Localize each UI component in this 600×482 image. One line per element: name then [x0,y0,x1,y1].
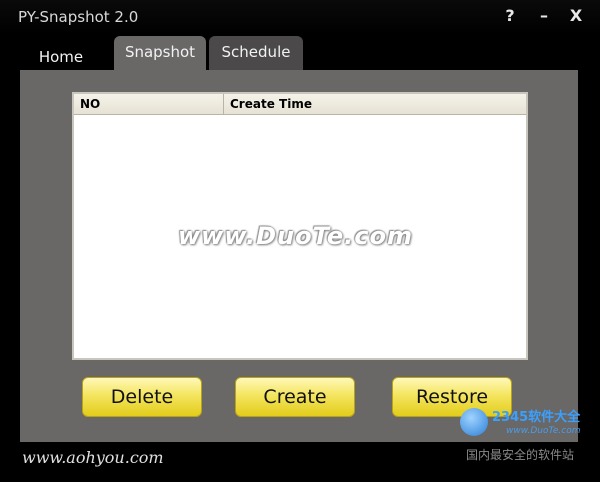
close-icon[interactable]: X [566,6,586,25]
app-window: PY-Snapshot 2.0 ? – X Home Snapshot Sche… [0,0,600,482]
duote-mascot-icon [460,408,488,436]
footer-url[interactable]: www.aohyou.com [22,448,164,467]
title-bar[interactable]: PY-Snapshot 2.0 ? – X [0,0,600,34]
logo-brand: 2345软件大全 [492,410,581,425]
tab-snapshot[interactable]: Snapshot [114,36,206,70]
snapshot-list[interactable]: NO Create Time www.DuoTe.com [72,92,528,360]
create-button[interactable]: Create [235,377,355,417]
help-icon[interactable]: ? [500,6,520,25]
minimize-icon[interactable]: – [534,6,554,25]
logo-url: www.DuoTe.com [506,426,581,436]
list-header: NO Create Time [74,94,526,115]
logo-slogan: 国内最安全的软件站 [466,448,575,462]
tab-schedule[interactable]: Schedule [209,36,303,70]
snapshot-panel: NO Create Time www.DuoTe.com Delete Crea… [20,70,578,442]
duote-logo-icon: 2345软件大全 www.DuoTe.com [458,404,598,444]
delete-button[interactable]: Delete [82,377,202,417]
column-header-create-time[interactable]: Create Time [224,94,526,114]
tab-home[interactable]: Home [22,40,100,74]
app-title: PY-Snapshot 2.0 [18,8,139,26]
column-header-no[interactable]: NO [74,94,224,114]
watermark-text: www.DuoTe.com [178,222,413,250]
